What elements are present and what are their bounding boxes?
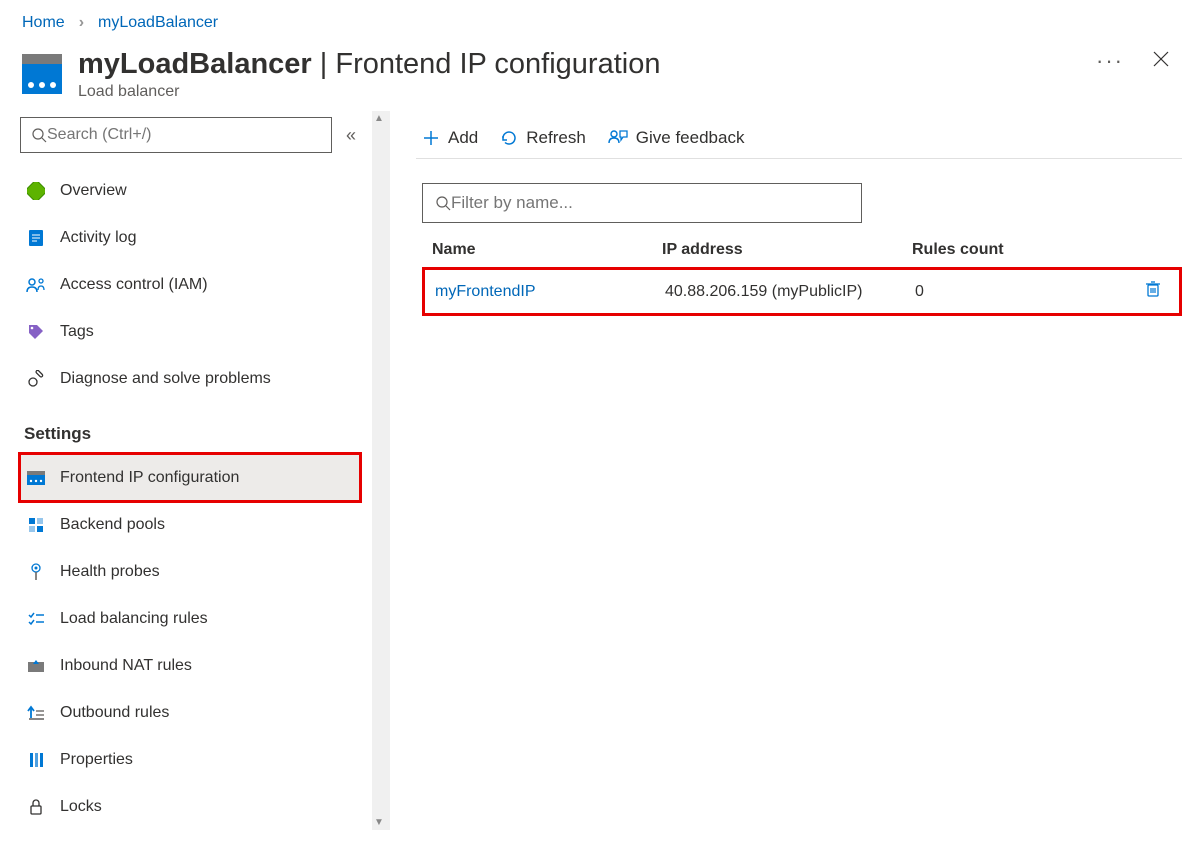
sidebar-item-access-control[interactable]: Access control (IAM): [20, 261, 360, 308]
table-row[interactable]: myFrontendIP 40.88.206.159 (myPublicIP) …: [422, 267, 1182, 316]
sidebar-item-label: Overview: [60, 182, 127, 200]
trash-icon: [1145, 280, 1161, 298]
search-icon: [435, 195, 451, 211]
breadcrumb-separator-icon: ›: [79, 14, 84, 32]
locks-icon: [26, 797, 46, 817]
sidebar-item-activity-log[interactable]: Activity log: [20, 214, 360, 261]
sidebar-item-lb-rules[interactable]: Load balancing rules: [20, 595, 360, 642]
sidebar-item-label: Backend pools: [60, 516, 165, 534]
sidebar-item-frontend-ip[interactable]: Frontend IP configuration: [20, 454, 360, 501]
sidebar-item-label: Tags: [60, 323, 94, 341]
sidebar-item-health-probes[interactable]: Health probes: [20, 548, 360, 595]
sidebar-item-label: Frontend IP configuration: [60, 469, 239, 487]
sidebar: « Overview Activity log Access control (…: [0, 111, 372, 830]
overview-icon: [26, 181, 46, 201]
search-icon: [31, 127, 47, 143]
properties-icon: [26, 750, 46, 770]
column-header-name: Name: [432, 241, 662, 259]
sidebar-item-backend-pools[interactable]: Backend pools: [20, 501, 360, 548]
sidebar-item-outbound-rules[interactable]: Outbound rules: [20, 689, 360, 736]
diagnose-icon: [26, 369, 46, 389]
row-name-link[interactable]: myFrontendIP: [435, 283, 535, 300]
row-ip: 40.88.206.159 (myPublicIP): [665, 283, 915, 301]
sidebar-section-settings: Settings: [20, 402, 360, 454]
sidebar-item-label: Health probes: [60, 563, 160, 581]
filter-input[interactable]: [451, 193, 849, 213]
iam-icon: [26, 275, 46, 295]
close-icon: [1152, 50, 1170, 68]
breadcrumb-resource[interactable]: myLoadBalancer: [98, 14, 218, 32]
sidebar-item-label: Outbound rules: [60, 704, 169, 722]
column-header-rules: Rules count: [912, 241, 1142, 259]
sidebar-item-label: Locks: [60, 798, 102, 816]
close-button[interactable]: [1144, 48, 1178, 74]
page-subtitle: Load balancer: [78, 83, 1076, 101]
plus-icon: [422, 129, 440, 147]
page-title: myLoadBalancer | Frontend IP configurati…: [78, 48, 1076, 81]
sidebar-item-diagnose[interactable]: Diagnose and solve problems: [20, 355, 360, 402]
sidebar-item-label: Inbound NAT rules: [60, 657, 192, 675]
refresh-icon: [500, 129, 518, 147]
add-button[interactable]: Add: [422, 128, 478, 148]
row-rules: 0: [915, 283, 1145, 301]
page-header: myLoadBalancer | Frontend IP configurati…: [0, 42, 1200, 111]
toolbar: Add Refresh Give feedback: [416, 117, 1182, 159]
collapse-sidebar-button[interactable]: «: [342, 121, 360, 150]
delete-row-button[interactable]: [1145, 280, 1161, 303]
feedback-button[interactable]: Give feedback: [608, 128, 745, 148]
sidebar-item-label: Properties: [60, 751, 133, 769]
refresh-button[interactable]: Refresh: [500, 128, 586, 148]
breadcrumb-home[interactable]: Home: [22, 14, 65, 32]
filter-box[interactable]: [422, 183, 862, 223]
sidebar-item-label: Diagnose and solve problems: [60, 370, 271, 388]
sidebar-scrollbar[interactable]: [372, 111, 390, 830]
main-content: Add Refresh Give feedback Name IP addres…: [392, 111, 1200, 830]
tags-icon: [26, 322, 46, 342]
sidebar-item-tags[interactable]: Tags: [20, 308, 360, 355]
sidebar-item-inbound-nat[interactable]: Inbound NAT rules: [20, 642, 360, 689]
breadcrumb: Home › myLoadBalancer: [0, 0, 1200, 42]
sidebar-search-input[interactable]: [47, 126, 321, 144]
sidebar-item-label: Load balancing rules: [60, 610, 208, 628]
inbound-nat-icon: [26, 656, 46, 676]
sidebar-item-locks[interactable]: Locks: [20, 783, 360, 830]
frontend-ip-table: Name IP address Rules count myFrontendIP…: [422, 233, 1182, 316]
health-probes-icon: [26, 562, 46, 582]
activity-log-icon: [26, 228, 46, 248]
load-balancer-icon: [22, 54, 62, 94]
more-actions-button[interactable]: ···: [1076, 48, 1144, 74]
outbound-rules-icon: [26, 703, 46, 723]
sidebar-search[interactable]: [20, 117, 332, 153]
sidebar-item-overview[interactable]: Overview: [20, 167, 360, 214]
sidebar-item-label: Activity log: [60, 229, 136, 247]
sidebar-item-properties[interactable]: Properties: [20, 736, 360, 783]
column-header-ip: IP address: [662, 241, 912, 259]
feedback-icon: [608, 129, 628, 147]
frontend-ip-icon: [26, 468, 46, 488]
backend-pools-icon: [26, 515, 46, 535]
sidebar-item-label: Access control (IAM): [60, 276, 208, 294]
lb-rules-icon: [26, 609, 46, 629]
